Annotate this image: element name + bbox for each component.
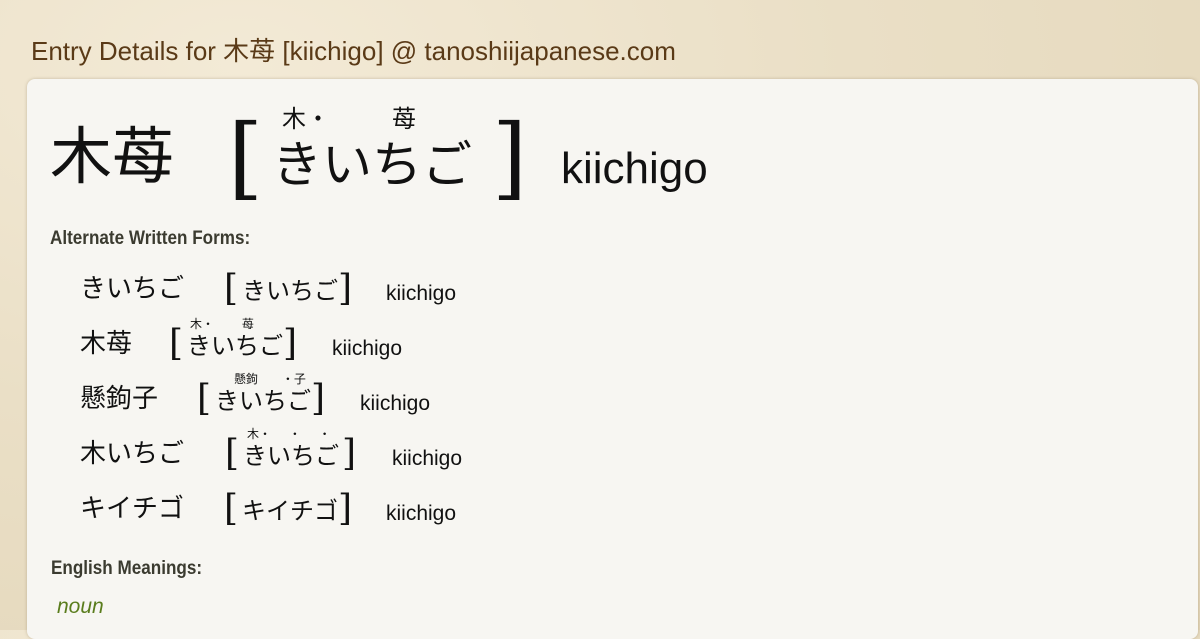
entry-romaji: kiichigo [561,144,708,193]
alt-form-bracket-close: ] [283,323,298,364]
alt-form-bracket-close: ] [342,433,357,474]
alt-form-romaji: kiichigo [386,502,457,525]
page-title: Entry Details for 木苺 [kiichigo] @ tanosh… [31,36,676,66]
alt-form-word[interactable]: きいちご [80,276,184,302]
alt-form-reading: キイチゴ [242,497,338,525]
entry-kanji: 木苺 [50,120,175,193]
alt-form-reading: きいちご [187,332,283,360]
alt-form-word[interactable]: 木苺 [80,331,132,357]
alt-form-bracket-close: ] [338,488,353,529]
alt-form-romaji: kiichigo [386,282,457,305]
alt-form-furigana: 木・ 苺 [190,317,254,331]
part-of-speech: noun [57,595,104,618]
alt-form-bracket-open: [ [224,488,239,529]
alt-form-romaji: kiichigo [332,337,403,360]
alt-form-bracket-open: [ [224,268,239,309]
alt-form-bracket-open: [ [197,378,212,419]
alt-form-romaji: kiichigo [360,392,431,415]
alt-form-word[interactable]: 木いちご [80,441,184,467]
alt-form-reading: きいちご [242,277,338,305]
reading-bracket-open: [ [228,105,264,210]
entry-furigana: 木・ [282,105,330,133]
alt-form-reading: きいちご [243,442,339,470]
english-meanings-label: English Meanings: [51,558,203,579]
reading-bracket-close: ] [492,105,528,210]
alt-form-bracket-open: [ [169,323,184,364]
alt-form-furigana: 懸鉤 ・子 [234,372,306,386]
alternate-forms-label: Alternate Written Forms: [50,228,251,249]
alt-form-romaji: kiichigo [392,447,463,470]
alt-form-word[interactable]: 懸鉤子 [80,386,158,412]
alt-form-reading: きいちご [215,387,311,415]
alt-form-bracket-open: [ [225,433,240,474]
alt-form-word[interactable]: キイチゴ [80,496,184,522]
alt-form-bracket-close: ] [338,268,353,309]
alt-form-bracket-close: ] [311,378,326,419]
entry-reading: きいちご [272,136,472,194]
alt-form-furigana: 木・ ・ ・ [247,427,331,441]
entry-furigana: 苺 [392,105,416,133]
